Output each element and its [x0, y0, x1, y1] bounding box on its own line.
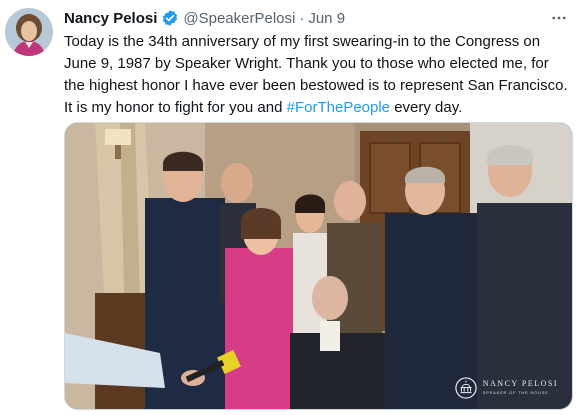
hashtag-link[interactable]: #ForThePeople	[287, 99, 390, 116]
author-name[interactable]: Nancy Pelosi	[64, 10, 157, 27]
tweet-text-tail: every day.	[390, 99, 463, 116]
tweet-photo[interactable]: NANCY PELOSI SPEAKER OF THE HOUSE	[64, 122, 573, 410]
photo-watermark: NANCY PELOSI SPEAKER OF THE HOUSE	[455, 377, 558, 399]
watermark-name: NANCY PELOSI	[482, 379, 558, 388]
tweet[interactable]: Nancy Pelosi @SpeakerPelosi · Jun 9 Toda…	[0, 0, 580, 415]
more-options-button[interactable]	[548, 8, 570, 28]
tweet-header: Nancy Pelosi @SpeakerPelosi · Jun 9	[64, 8, 345, 28]
author-handle[interactable]: @SpeakerPelosi	[183, 10, 295, 27]
avatar[interactable]	[5, 8, 53, 56]
watermark-subtitle: SPEAKER OF THE HOUSE	[482, 390, 549, 395]
more-horizontal-icon	[552, 16, 566, 20]
separator-dot: ·	[299, 9, 305, 27]
tweet-date[interactable]: Jun 9	[308, 10, 345, 27]
capitol-seal-icon	[455, 377, 477, 399]
tweet-text: Today is the 34th anniversary of my firs…	[64, 31, 572, 119]
verified-badge-icon	[161, 9, 179, 27]
